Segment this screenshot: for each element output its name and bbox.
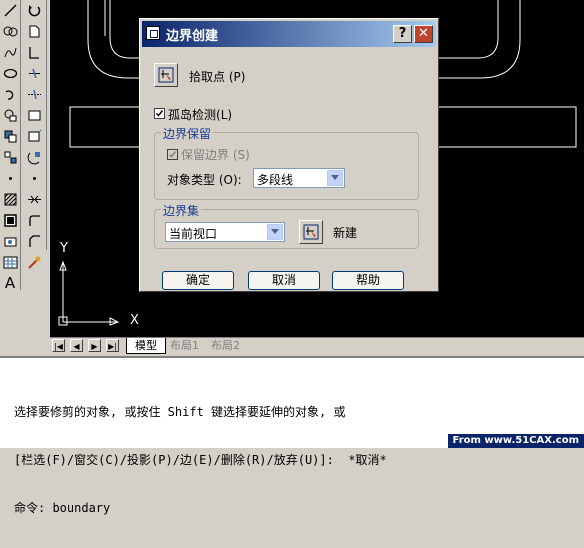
trim-icon[interactable]	[23, 189, 45, 210]
group-title: 边界保留	[161, 125, 213, 142]
pick-points-button[interactable]	[154, 63, 178, 87]
hatch-icon[interactable]	[1, 126, 19, 147]
prev-tab-button[interactable]: ◀	[70, 339, 83, 352]
chevron-down-icon	[327, 170, 343, 186]
boundary-creation-dialog: 边界创建 ? ✕ 拾取点 (P) 孤岛检测(L) 边界保留 保留边界 (S) 对…	[139, 18, 439, 292]
offset-icon[interactable]	[23, 63, 45, 84]
circle-icon[interactable]	[1, 147, 19, 168]
draw-toolbar: A	[0, 0, 21, 290]
object-type-value: 多段线	[257, 171, 293, 188]
tab-model[interactable]: 模型	[126, 338, 166, 354]
help-title-button[interactable]: ?	[393, 25, 412, 43]
table-icon[interactable]	[1, 231, 19, 252]
table-grid-icon[interactable]	[1, 252, 19, 273]
command-history: 选择要修剪的对象, 或按住 Shift 键选择要延伸的对象, 或 [栏选(F)/…	[14, 372, 387, 548]
cancel-button[interactable]: 取消	[248, 271, 320, 290]
array-icon[interactable]	[23, 84, 45, 105]
extend-icon[interactable]	[23, 210, 45, 231]
break-icon[interactable]	[23, 231, 45, 252]
point-icon[interactable]	[1, 168, 19, 189]
ellipse-icon[interactable]	[1, 63, 19, 84]
new-boundary-set-button[interactable]	[299, 220, 323, 244]
modify-toolbar	[22, 0, 47, 250]
undo-icon[interactable]	[23, 0, 45, 21]
fillet-icon[interactable]	[23, 252, 45, 273]
first-tab-button[interactable]: |◀	[52, 339, 65, 352]
copy-icon[interactable]	[23, 21, 45, 42]
boundary-set-select[interactable]: 当前视口	[165, 222, 285, 242]
select-objects-icon	[303, 224, 319, 240]
dialog-titlebar[interactable]: 边界创建 ? ✕	[142, 21, 436, 47]
mirror-icon[interactable]	[23, 42, 45, 63]
scale-icon[interactable]	[23, 147, 45, 168]
dialog-title: 边界创建	[166, 25, 218, 44]
boundary-set-group: 边界集 当前视口 新建	[154, 209, 419, 249]
island-detection-checkbox[interactable]	[154, 108, 165, 119]
object-type-label: 对象类型 (O):	[167, 171, 242, 188]
retain-boundary-label: 保留边界 (S)	[181, 146, 250, 163]
ucs-x-label: X	[130, 313, 139, 328]
rectangle-icon[interactable]	[1, 105, 19, 126]
ucs-y-label: Y	[60, 241, 68, 256]
last-tab-button[interactable]: ▶|	[106, 339, 119, 352]
layout-tab-bar: |◀ ◀ ▶ ▶| 模型 布局1 布局2	[50, 337, 584, 354]
next-tab-button[interactable]: ▶	[88, 339, 101, 352]
tab-layout1[interactable]: 布局1	[162, 338, 207, 353]
retain-boundary-checkbox	[167, 149, 178, 160]
boundary-retention-group: 边界保留 保留边界 (S) 对象类型 (O): 多段线	[154, 132, 419, 200]
group-title: 边界集	[161, 202, 201, 219]
pick-points-icon	[158, 67, 174, 83]
boundary-set-value: 当前视口	[169, 225, 217, 242]
help-button[interactable]: 帮助	[332, 271, 404, 290]
chevron-down-icon	[267, 224, 283, 240]
command-window[interactable]: 选择要修剪的对象, 或按住 Shift 键选择要延伸的对象, 或 [栏选(F)/…	[0, 356, 584, 448]
tab-layout2[interactable]: 布局2	[203, 338, 248, 353]
close-button[interactable]: ✕	[414, 25, 433, 43]
stretch-icon[interactable]	[23, 168, 45, 189]
move-icon[interactable]	[23, 105, 45, 126]
command-line: 选择要修剪的对象, 或按住 Shift 键选择要延伸的对象, 或	[14, 404, 387, 420]
pick-points-label: 拾取点 (P)	[189, 68, 245, 85]
revcloud-icon[interactable]	[1, 84, 19, 105]
island-detection-label: 孤岛检测(L)	[168, 106, 232, 123]
object-type-select[interactable]: 多段线	[253, 168, 345, 188]
region-icon[interactable]	[1, 210, 19, 231]
rotate-icon[interactable]	[23, 126, 45, 147]
arc-icon[interactable]	[1, 42, 19, 63]
command-line: [栏选(F)/窗交(C)/投影(P)/边(E)/删除(R)/放弃(U)]: *取…	[14, 452, 387, 468]
polyline-icon[interactable]	[1, 21, 19, 42]
line-icon[interactable]	[1, 0, 19, 21]
multiline-text-icon[interactable]: A	[1, 273, 19, 294]
new-boundary-set-label: 新建	[333, 224, 357, 241]
ok-button[interactable]: 确定	[162, 271, 234, 290]
command-prompt[interactable]: 命令: boundary	[14, 500, 387, 516]
app-icon	[146, 26, 160, 40]
explode-icon[interactable]	[1, 189, 19, 210]
